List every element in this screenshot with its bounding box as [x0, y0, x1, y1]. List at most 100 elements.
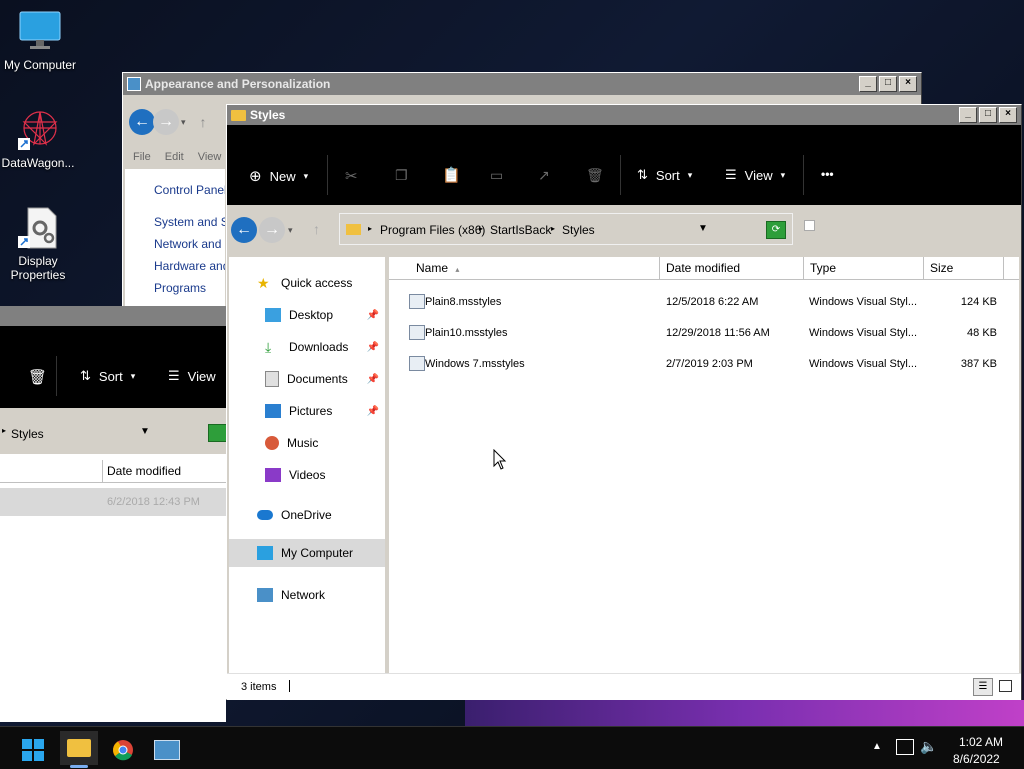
link-network-internet[interactable]: Network and In: [154, 237, 225, 251]
behind-title-bar[interactable]: [0, 306, 226, 326]
col-type[interactable]: Type: [804, 257, 924, 279]
view-icon: ☰: [725, 167, 737, 182]
chevron-down-icon[interactable]: ▼: [140, 426, 150, 437]
address-bar[interactable]: ▸ Program Files (x86) ▸ StartIsBack ▸ St…: [339, 213, 793, 245]
delete-icon[interactable]: 🗑: [586, 167, 604, 184]
nav-pictures[interactable]: Pictures 📌: [229, 395, 385, 427]
table-row[interactable]: Plain10.msstyles 12/29/2018 11:56 AM Win…: [389, 318, 1019, 349]
search-box[interactable]: [804, 220, 815, 231]
behind-sort-button[interactable]: ⇅ Sort ▾: [80, 368, 135, 384]
refresh-icon[interactable]: [208, 424, 228, 442]
sort-button[interactable]: ⇅ Sort ▾: [637, 167, 692, 183]
menu-bar: File Edit View: [127, 151, 233, 169]
msstyles-file-icon: [409, 325, 425, 340]
behind-address-bar[interactable]: ▸ Styles ▼: [0, 408, 228, 454]
chevron-down-icon: ▾: [303, 170, 309, 181]
rename-icon[interactable]: ▭: [490, 167, 503, 184]
minimize-button[interactable]: _: [859, 76, 877, 92]
share-icon[interactable]: ↗: [538, 167, 550, 184]
nav-my-computer[interactable]: My Computer: [229, 539, 411, 567]
msstyles-file-icon: [409, 294, 425, 309]
close-button[interactable]: ×: [899, 76, 917, 92]
cut-icon[interactable]: ✂: [345, 167, 358, 185]
appearance-title-bar[interactable]: Appearance and Personalization _ □ ×: [123, 73, 921, 95]
forward-arrow-icon[interactable]: →: [153, 109, 179, 135]
menu-file[interactable]: File: [133, 151, 151, 169]
table-row[interactable]: Windows 7.msstyles 2/7/2019 2:03 PM Wind…: [389, 349, 1019, 380]
link-programs[interactable]: Programs: [154, 281, 206, 295]
file-explorer-taskbar-button[interactable]: [60, 731, 98, 765]
network-status-icon[interactable]: [896, 739, 914, 755]
view-button[interactable]: ☰ View ▾: [725, 167, 785, 183]
monitor-icon: [257, 546, 273, 560]
pin-icon[interactable]: 📌: [367, 310, 379, 321]
col-name[interactable]: Name ▴: [389, 257, 660, 279]
refresh-icon[interactable]: ⟳: [766, 221, 786, 239]
col-size[interactable]: Size: [924, 257, 1004, 279]
link-system-security[interactable]: System and Se: [154, 215, 225, 229]
menu-edit[interactable]: Edit: [165, 151, 184, 169]
link-hardware-sound[interactable]: Hardware and: [154, 259, 225, 273]
link-control-panel-home[interactable]: Control Panel H: [154, 183, 225, 197]
paste-icon[interactable]: 📋: [442, 166, 461, 184]
back-arrow-icon[interactable]: ←: [231, 217, 257, 243]
chevron-down-icon: ▾: [130, 370, 136, 381]
more-options-icon[interactable]: •••: [821, 167, 834, 181]
close-button[interactable]: ×: [999, 107, 1017, 123]
new-button[interactable]: ⊕ New ▾: [249, 167, 308, 185]
up-arrow-icon[interactable]: ↑: [200, 114, 207, 130]
pin-icon[interactable]: 📌: [367, 374, 379, 385]
pin-icon[interactable]: 📌: [367, 342, 379, 353]
desktop-icon-datawagon[interactable]: DataWagon...: [0, 108, 78, 170]
control-panel-taskbar-button[interactable]: [150, 735, 184, 765]
videos-icon: [265, 468, 281, 482]
breadcrumb-program-files[interactable]: Program Files (x86): [380, 223, 485, 237]
styles-window: Styles _ □ × ⊕ New ▾ ✂ ❐ 📋 ▭ ↗ 🗑 ⇅ Sort …: [226, 104, 1022, 700]
behind-view-button[interactable]: ☰ View: [168, 368, 216, 384]
chevron-down-icon: ▾: [687, 169, 693, 180]
chevron-down-icon[interactable]: ▾: [181, 117, 186, 128]
start-button[interactable]: [16, 735, 50, 765]
clock-time[interactable]: 1:02 AM: [959, 735, 1003, 749]
item-count: 3 items: [241, 681, 277, 693]
breadcrumb-startisback[interactable]: StartIsBack: [490, 223, 551, 237]
chevron-down-icon[interactable]: ▾: [288, 225, 293, 236]
behind-col-date[interactable]: Date modified: [107, 464, 181, 478]
nav-desktop[interactable]: Desktop 📌: [229, 299, 385, 331]
maximize-button[interactable]: □: [979, 107, 997, 123]
large-icons-view-icon[interactable]: [999, 680, 1012, 692]
pin-icon[interactable]: 📌: [367, 406, 379, 417]
desktop-icon-my-computer[interactable]: My Computer: [0, 10, 80, 72]
desktop-icon-display-properties[interactable]: Display Properties: [0, 206, 78, 282]
menu-view[interactable]: View: [198, 151, 222, 169]
clock-date[interactable]: 8/6/2022: [953, 752, 1000, 766]
maximize-button[interactable]: □: [879, 76, 897, 92]
breadcrumb-styles[interactable]: Styles: [562, 223, 595, 237]
forward-arrow-icon[interactable]: →: [259, 217, 285, 243]
volume-icon[interactable]: 🔈: [920, 738, 937, 755]
nav-music[interactable]: Music: [229, 427, 385, 459]
nav-videos[interactable]: Videos: [229, 459, 385, 491]
copy-icon[interactable]: ❐: [395, 167, 408, 184]
folder-icon: [346, 224, 361, 235]
appearance-title: Appearance and Personalization: [145, 77, 331, 91]
download-arrow-icon: ⤓: [265, 339, 272, 355]
behind-address-text: Styles: [11, 427, 44, 441]
desktop-icon-label: DataWagon...: [1, 156, 75, 170]
details-view-icon[interactable]: ☰: [973, 678, 993, 696]
chevron-right-icon: ▸: [551, 224, 556, 233]
minimize-button[interactable]: _: [959, 107, 977, 123]
col-date[interactable]: Date modified: [660, 257, 804, 279]
nav-documents[interactable]: Documents 📌: [229, 363, 385, 395]
behind-selected-row[interactable]: 6/2/2018 12:43 PM: [0, 488, 226, 516]
address-dropdown-icon[interactable]: ▼: [698, 223, 708, 234]
nav-downloads[interactable]: ⤓ Downloads 📌: [229, 331, 385, 363]
delete-icon[interactable]: 🗑: [28, 368, 47, 386]
table-row[interactable]: Plain8.msstyles 12/5/2018 6:22 AM Window…: [389, 287, 1019, 318]
back-arrow-icon[interactable]: ←: [129, 109, 155, 135]
show-hidden-icons-chevron[interactable]: ▲: [872, 741, 882, 752]
chrome-taskbar-button[interactable]: [106, 735, 140, 765]
styles-title-bar[interactable]: Styles _ □ ×: [227, 105, 1021, 125]
up-arrow-icon[interactable]: ↑: [313, 221, 320, 237]
status-divider: [289, 680, 290, 692]
